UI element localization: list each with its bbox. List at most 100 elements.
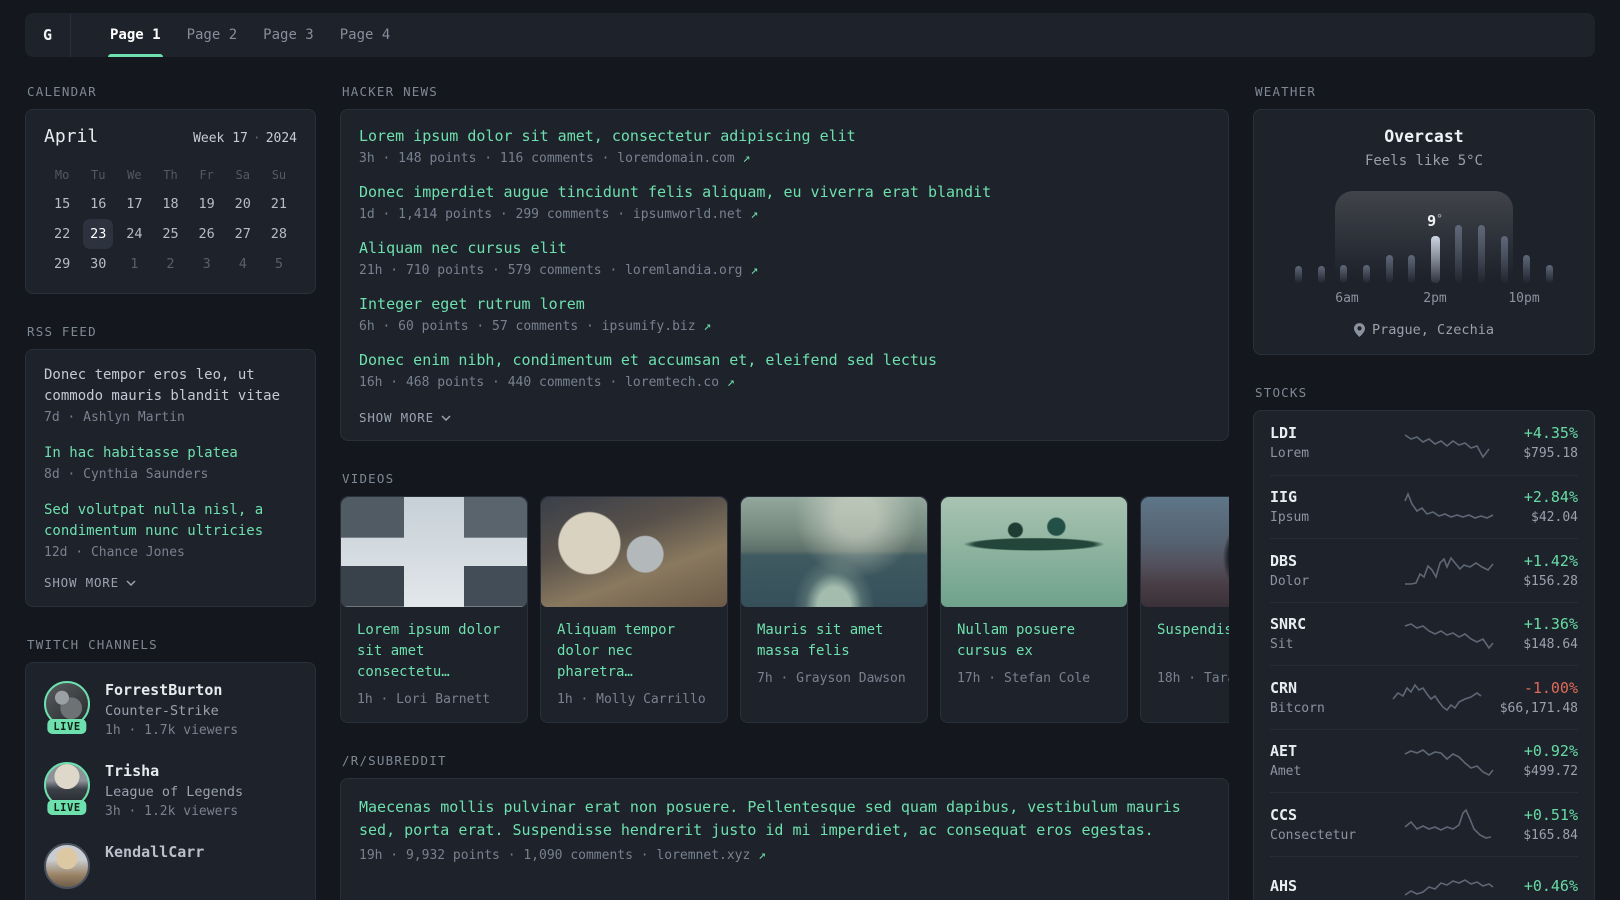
stock-values: +2.84% $42.04: [1524, 488, 1578, 525]
stock-price: $66,171.48: [1499, 700, 1578, 716]
video-title-link[interactable]: Suspendisse diam: [1157, 620, 1229, 662]
tab-page-4[interactable]: Page 4: [327, 13, 404, 57]
video-title-link[interactable]: Lorem ipsum dolor sit amet consectetu…: [357, 620, 511, 683]
stock-change: +0.46%: [1523, 876, 1578, 895]
video-meta: 7h · Grayson Dawson: [757, 671, 906, 686]
twitch-channel-row[interactable]: LIVE Trisha League of Legends 3h · 1.2k …: [44, 762, 297, 819]
stock-id: IIG Ipsum: [1270, 488, 1374, 525]
tab-page-2[interactable]: Page 2: [174, 13, 251, 57]
stock-values: +0.46%: [1524, 877, 1578, 899]
channel-viewers: 1h · 1.7k viewers: [105, 723, 239, 738]
tab-page-1[interactable]: Page 1: [97, 13, 174, 57]
stock-row[interactable]: SNRC Sit +1.36% $148.64: [1270, 601, 1578, 666]
external-link-icon[interactable]: ↗: [743, 151, 751, 166]
weather-widget: WEATHER Overcast Feels like 5°C 9° 6am 2…: [1253, 84, 1595, 355]
news-item-link[interactable]: Lorem ipsum dolor sit amet, consectetur …: [359, 127, 1210, 145]
video-thumbnail[interactable]: [1141, 497, 1229, 607]
stock-row[interactable]: CRN Bitcorn -1.00% $66,171.48: [1270, 665, 1578, 729]
weather-bar: [1545, 265, 1553, 283]
stock-row[interactable]: CCS Consectetur +0.51% $165.84: [1270, 792, 1578, 856]
video-thumbnail[interactable]: [941, 497, 1127, 607]
calendar-day: 21: [270, 196, 288, 212]
external-link-icon[interactable]: ↗: [727, 375, 735, 390]
stock-symbol: IIG: [1270, 488, 1298, 507]
stock-values: -1.00% $66,171.48: [1500, 679, 1578, 716]
news-item-meta-text: 21h · 710 points · 579 comments · loreml…: [359, 263, 743, 278]
stock-values: +1.36% $148.64: [1523, 615, 1578, 652]
video-title-link[interactable]: Mauris sit amet massa felis: [757, 620, 911, 662]
calendar-card: April Week 17 · 2024 Mo Tu We Th Fr Sa Su …: [25, 109, 316, 294]
stocks-card: LDI Lorem +4.35% $795.18 IIG Ipsum +2.84…: [1253, 410, 1595, 900]
videos-widget: VIDEOS Lorem ipsum dolor sit amet consec…: [340, 471, 1229, 723]
video-card[interactable]: Suspendisse diam 18h · Tara: [1140, 496, 1229, 723]
news-item-meta-text: 1d · 1,414 points · 299 comments · ipsum…: [359, 207, 743, 222]
stocks-widget: STOCKS LDI Lorem +4.35% $795.18 IIG Ipsu…: [1253, 385, 1595, 900]
news-item-meta: 16h · 468 points · 440 comments · loremt…: [359, 375, 1210, 390]
stock-name: Sit: [1270, 637, 1294, 653]
news-item-link[interactable]: Aliquam nec cursus elit: [359, 239, 1210, 257]
video-title-link[interactable]: Aliquam tempor dolor nec pharetra…: [557, 620, 711, 683]
calendar-day: 16: [90, 196, 107, 212]
rss-show-more-button[interactable]: SHOW MORE: [44, 575, 297, 590]
video-card[interactable]: Nullam posuere cursus ex 17h · Stefan Co…: [940, 496, 1128, 723]
stock-row[interactable]: IIG Ipsum +2.84% $42.04: [1270, 474, 1578, 539]
external-link-icon[interactable]: ↗: [703, 319, 711, 334]
show-more-label: SHOW MORE: [359, 410, 434, 425]
rss-item-meta: 12d · Chance Jones: [44, 545, 185, 560]
video-thumbnail[interactable]: [541, 497, 727, 607]
subreddit-widget-title: /R/SUBREDDIT: [342, 753, 447, 768]
stock-row[interactable]: LDI Lorem +4.35% $795.18: [1270, 411, 1578, 475]
navbar: G Page 1 Page 2 Page 3 Page 4: [25, 13, 1595, 57]
rss-item-link[interactable]: In hac habitasse platea: [44, 443, 297, 464]
news-item-link[interactable]: Integer eget rutrum lorem: [359, 295, 1210, 313]
video-title-link[interactable]: Nullam posuere cursus ex: [957, 620, 1111, 662]
weather-bar: [1385, 255, 1393, 283]
stock-row[interactable]: AHS +0.46%: [1270, 855, 1578, 900]
hackernews-show-more-button[interactable]: SHOW MORE: [359, 410, 1210, 425]
twitch-channel-row[interactable]: LIVE ForrestBurton Counter-Strike 1h · 1…: [44, 681, 297, 738]
live-badge: LIVE: [47, 719, 87, 734]
weather-location-text: Prague, Czechia: [1372, 322, 1494, 338]
stock-row[interactable]: DBS Dolor +1.42% $156.28: [1270, 538, 1578, 602]
external-link-icon[interactable]: ↗: [750, 207, 758, 222]
external-link-icon[interactable]: ↗: [758, 848, 766, 863]
channel-info: ForrestBurton Counter-Strike 1h · 1.7k v…: [105, 681, 238, 738]
subreddit-widget: /R/SUBREDDIT Maecenas mollis pulvinar er…: [340, 753, 1229, 900]
channel-info: KendallCarr: [105, 843, 204, 889]
right-column: WEATHER Overcast Feels like 5°C 9° 6am 2…: [1253, 84, 1595, 900]
stock-sparkline: [1374, 426, 1523, 460]
external-link-icon[interactable]: ↗: [750, 263, 758, 278]
calendar-week-year: Week 17 · 2024: [193, 131, 297, 146]
tab-page-3[interactable]: Page 3: [250, 13, 327, 57]
video-card[interactable]: Lorem ipsum dolor sit amet consectetu… 1…: [340, 496, 528, 723]
channel-avatar: [44, 843, 90, 889]
video-thumbnail[interactable]: [741, 497, 927, 607]
rss-item: Donec tempor eros leo, ut commodo mauris…: [44, 365, 297, 425]
video-meta: 1h · Molly Carrillo: [557, 692, 706, 707]
weekday-label: Fr: [199, 168, 214, 182]
stock-id: LDI Lorem: [1270, 424, 1374, 461]
reddit-post-meta: 19h · 9,932 points · 1,090 comments · lo…: [359, 848, 1210, 863]
stock-price: $148.64: [1523, 637, 1578, 653]
video-thumbnail[interactable]: [341, 497, 527, 607]
weather-bar: [1455, 225, 1463, 283]
news-item-link[interactable]: Donec enim nibh, condimentum et accumsan…: [359, 351, 1210, 369]
stock-row[interactable]: AET Amet +0.92% $499.72: [1270, 728, 1578, 793]
stock-sparkline: [1374, 744, 1523, 778]
time-label: 6am: [1335, 291, 1359, 306]
app-logo[interactable]: G: [25, 13, 71, 57]
twitch-widget: TWITCH CHANNELS LIVE ForrestBurton Count…: [25, 637, 316, 900]
calendar-day: 22: [53, 226, 71, 242]
reddit-post-link[interactable]: Maecenas mollis pulvinar erat non posuer…: [359, 796, 1210, 842]
stock-name: Bitcorn: [1270, 700, 1325, 716]
news-item-meta: 3h · 148 points · 116 comments · loremdo…: [359, 151, 1210, 166]
weather-feels-like: Feels like 5°C: [1364, 153, 1483, 169]
video-card[interactable]: Aliquam tempor dolor nec pharetra… 1h · …: [540, 496, 728, 723]
twitch-channel-row[interactable]: KendallCarr: [44, 843, 297, 889]
calendar-day-next-month: 1: [130, 256, 139, 272]
rss-item-link[interactable]: Donec tempor eros leo, ut commodo mauris…: [44, 365, 297, 407]
news-item-link[interactable]: Donec imperdiet augue tincidunt felis al…: [359, 183, 1210, 201]
video-card[interactable]: Mauris sit amet massa felis 7h · Grayson…: [740, 496, 928, 723]
news-item-meta: 6h · 60 points · 57 comments · ipsumify.…: [359, 319, 1210, 334]
rss-item-link[interactable]: Sed volutpat nulla nisl, a condimentum n…: [44, 500, 297, 542]
